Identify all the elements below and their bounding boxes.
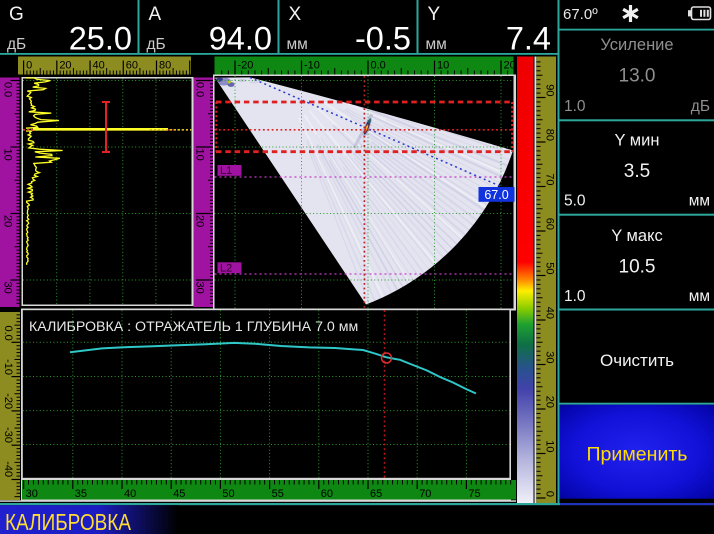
svg-text:КАЛИБРОВКА : ОТРАЖАТЕЛЬ 1 ГЛУБ: КАЛИБРОВКА : ОТРАЖАТЕЛЬ 1 ГЛУБИНА 7.0 мм — [29, 319, 358, 335]
svg-text:Y мин: Y мин — [615, 132, 660, 150]
svg-text:дБ: дБ — [691, 98, 710, 115]
svg-text:30: 30 — [26, 488, 38, 500]
svg-text:20: 20 — [504, 60, 516, 72]
svg-text:Усиление: Усиление — [600, 36, 673, 54]
svg-text:10: 10 — [2, 149, 14, 161]
svg-text:100: 100 — [192, 60, 210, 72]
svg-text:67.0º: 67.0º — [563, 6, 598, 23]
svg-text:-20: -20 — [2, 393, 14, 409]
svg-text:0.0: 0.0 — [2, 82, 14, 97]
svg-text:55: 55 — [272, 488, 284, 500]
svg-text:1.0: 1.0 — [564, 288, 586, 305]
svg-text:94.0: 94.0 — [209, 21, 272, 57]
svg-text:25.0: 25.0 — [69, 21, 132, 57]
svg-text:G: G — [9, 4, 24, 25]
svg-text:X: X — [289, 4, 302, 25]
svg-text:-20: -20 — [238, 60, 254, 72]
svg-text:A: A — [149, 4, 162, 25]
svg-text:мм: мм — [689, 288, 710, 305]
svg-text:0: 0 — [544, 491, 556, 497]
svg-text:0: 0 — [26, 60, 32, 72]
svg-text:0.0: 0.0 — [194, 82, 206, 97]
svg-text:Y макс: Y макс — [611, 227, 662, 245]
svg-text:7.4: 7.4 — [506, 21, 551, 57]
svg-text:35: 35 — [75, 488, 87, 500]
svg-text:10.5: 10.5 — [619, 257, 656, 278]
svg-text:Применить: Применить — [587, 444, 688, 466]
svg-text:мм: мм — [287, 36, 308, 53]
svg-text:L2: L2 — [220, 262, 232, 274]
svg-text:дБ: дБ — [147, 36, 166, 53]
svg-text:30: 30 — [194, 282, 206, 294]
svg-text:1.0: 1.0 — [564, 98, 586, 115]
svg-text:70: 70 — [419, 488, 431, 500]
svg-text:45: 45 — [173, 488, 185, 500]
svg-text:50: 50 — [222, 488, 234, 500]
svg-text:дБ: дБ — [7, 36, 26, 53]
svg-text:40: 40 — [544, 307, 556, 319]
svg-text:Y: Y — [428, 4, 441, 25]
svg-text:мм: мм — [689, 193, 710, 210]
svg-text:3.5: 3.5 — [624, 161, 650, 182]
svg-text:40: 40 — [93, 60, 105, 72]
svg-text:30: 30 — [2, 282, 14, 294]
svg-text:20: 20 — [59, 60, 71, 72]
svg-text:20: 20 — [2, 215, 14, 227]
svg-text:-10: -10 — [304, 60, 320, 72]
svg-text:20: 20 — [544, 396, 556, 408]
svg-text:67.0: 67.0 — [484, 188, 508, 202]
svg-text:80: 80 — [544, 129, 556, 141]
svg-text:Очистить: Очистить — [600, 351, 674, 370]
svg-text:20: 20 — [194, 215, 206, 227]
svg-text:0.0: 0.0 — [371, 60, 386, 72]
svg-text:10: 10 — [544, 440, 556, 452]
svg-text:13.0: 13.0 — [619, 66, 656, 87]
svg-text:50: 50 — [544, 262, 556, 274]
svg-text:5.0: 5.0 — [564, 193, 586, 210]
svg-text:75: 75 — [468, 488, 480, 500]
svg-text:65: 65 — [370, 488, 382, 500]
svg-text:10: 10 — [194, 149, 206, 161]
svg-text:-30: -30 — [2, 427, 14, 443]
svg-text:60: 60 — [126, 60, 138, 72]
svg-text:-10: -10 — [2, 359, 14, 375]
svg-text:10: 10 — [437, 60, 449, 72]
svg-text:40: 40 — [124, 488, 136, 500]
svg-text:90: 90 — [544, 84, 556, 96]
svg-text:60: 60 — [321, 488, 333, 500]
svg-text:-40: -40 — [2, 461, 14, 477]
svg-text:60: 60 — [544, 218, 556, 230]
svg-text:30: 30 — [544, 351, 556, 363]
svg-text:L1: L1 — [220, 165, 232, 177]
svg-text:КАЛИБРОВКА: КАЛИБРОВКА — [5, 509, 132, 534]
svg-text:80: 80 — [159, 60, 171, 72]
svg-text:70: 70 — [544, 173, 556, 185]
svg-text:мм: мм — [426, 36, 447, 53]
svg-text:0.0: 0.0 — [2, 326, 14, 341]
svg-text:-0.5: -0.5 — [355, 21, 411, 57]
